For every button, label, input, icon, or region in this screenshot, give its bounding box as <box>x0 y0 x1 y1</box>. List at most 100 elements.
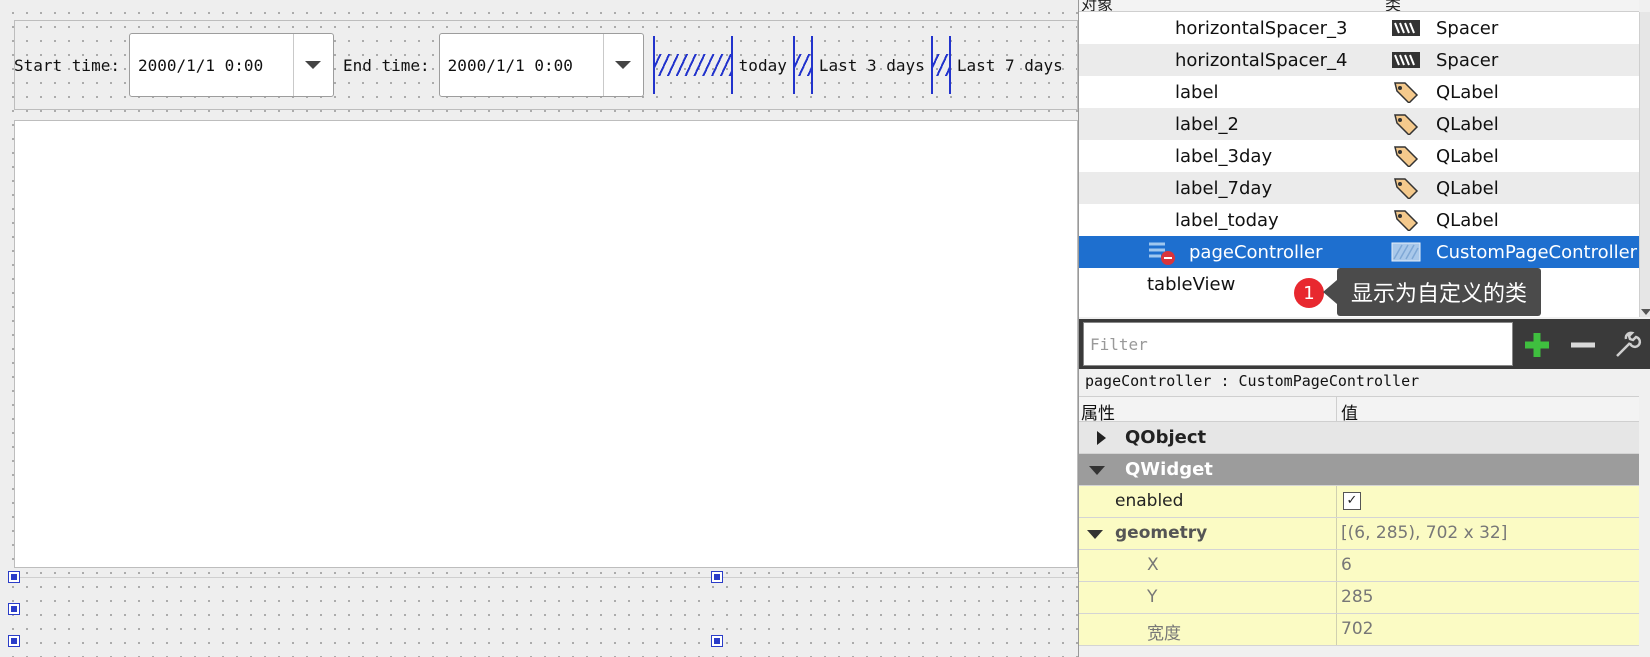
start-time-value[interactable]: 2000/1/1 0:00 <box>130 56 293 75</box>
property-name: QWidget <box>1125 459 1213 480</box>
class-name: QLabel <box>1436 145 1499 167</box>
object-inspector-scrollbar[interactable] <box>1639 12 1650 317</box>
annotation-tooltip: 显示为自定义的类 <box>1322 268 1542 316</box>
property-group-qwidget[interactable]: QWidget <box>1079 454 1639 486</box>
qt-designer-window: Start time: 2000/1/1 0:00 End time: 2000… <box>0 0 1650 657</box>
tree-row[interactable]: label_2 QLabel <box>1079 108 1639 140</box>
quick-today-label[interactable]: today <box>739 56 787 75</box>
custom-widget-class-icon <box>1391 242 1421 262</box>
start-time-dropdown-button[interactable] <box>292 34 333 96</box>
end-time-edit[interactable]: 2000/1/1 0:00 <box>438 33 644 97</box>
chevron-down-icon[interactable] <box>1089 466 1105 475</box>
property-row-y[interactable]: Y 285 <box>1079 582 1639 614</box>
tree-row[interactable]: label_3day QLabel <box>1079 140 1639 172</box>
property-row-enabled[interactable]: enabled ✓ <box>1079 486 1639 518</box>
column-divider <box>1336 518 1337 549</box>
label-tag-icon <box>1394 82 1419 103</box>
object-name: label <box>1175 81 1219 103</box>
quick-3days-label[interactable]: Last 3 days <box>819 56 925 75</box>
spacer-icon <box>1392 20 1420 36</box>
add-property-button[interactable] <box>1519 327 1555 363</box>
property-row-geometry[interactable]: geometry [(6, 285), 702 x 32] <box>1079 518 1639 550</box>
form-canvas[interactable]: Start time: 2000/1/1 0:00 End time: 2000… <box>0 0 1078 657</box>
property-value[interactable]: 285 <box>1341 587 1373 607</box>
property-value[interactable]: 702 <box>1341 619 1373 639</box>
property-name: geometry <box>1115 523 1208 543</box>
minus-icon <box>1571 342 1595 348</box>
label-tag-icon <box>1394 178 1419 199</box>
filter-toolbar: Filter <box>1079 319 1650 369</box>
class-name: QLabel <box>1436 209 1499 231</box>
column-divider <box>1336 550 1337 581</box>
chevron-down-icon <box>615 61 632 69</box>
start-time-label[interactable]: Start time: <box>14 56 120 75</box>
configure-button[interactable] <box>1609 327 1645 363</box>
column-header-value[interactable]: 值 <box>1341 399 1358 424</box>
property-name: enabled <box>1115 491 1184 511</box>
property-name: X <box>1147 555 1159 575</box>
tree-row[interactable]: horizontalSpacer_4 Spacer <box>1079 44 1639 76</box>
horizontal-spacer[interactable] <box>930 36 951 94</box>
page-controller-widget[interactable] <box>14 577 1078 641</box>
property-name: 宽度 <box>1147 624 1181 644</box>
column-divider <box>1336 582 1337 613</box>
chevron-down-icon[interactable] <box>1087 530 1103 539</box>
class-name: Spacer <box>1436 49 1499 71</box>
custom-widget-icon <box>1149 242 1175 265</box>
horizontal-spacer[interactable] <box>792 36 813 94</box>
selected-object-label: pageController : CustomPageController <box>1085 372 1420 390</box>
tree-row[interactable]: label_today QLabel <box>1079 204 1639 236</box>
object-inspector-header: 对象 类 <box>1079 0 1639 12</box>
resize-handle[interactable] <box>8 571 20 583</box>
horizontal-spacer[interactable] <box>652 36 733 94</box>
column-header-property[interactable]: 属性 <box>1081 399 1115 424</box>
tree-row[interactable]: label_7day QLabel <box>1079 172 1639 204</box>
annotation-badge: 1 <box>1294 278 1324 308</box>
object-name: horizontalSpacer_3 <box>1175 17 1348 39</box>
resize-handle[interactable] <box>8 603 20 615</box>
plus-icon <box>1525 333 1549 357</box>
remove-property-button[interactable] <box>1565 327 1601 363</box>
side-panels: 对象 类 horizontalSpacer_3 Spacer horizonta… <box>1078 0 1650 657</box>
table-view-widget[interactable] <box>14 120 1078 568</box>
property-row-x[interactable]: X 6 <box>1079 550 1639 582</box>
end-time-dropdown-button[interactable] <box>602 34 643 96</box>
chevron-right-icon[interactable] <box>1097 431 1106 445</box>
property-row-width[interactable]: 宽度 702 <box>1079 614 1639 646</box>
end-time-label[interactable]: End time: <box>343 56 430 75</box>
property-group-qobject[interactable]: QObject <box>1079 422 1639 454</box>
property-editor-header: 属性 值 <box>1079 396 1639 424</box>
column-header-class[interactable]: 类 <box>1385 0 1401 11</box>
property-name: Y <box>1147 587 1158 607</box>
object-name: label_2 <box>1175 113 1239 135</box>
label-tag-icon <box>1394 210 1419 231</box>
label-tag-icon <box>1394 114 1419 135</box>
enabled-checkbox[interactable]: ✓ <box>1343 492 1361 510</box>
end-time-value[interactable]: 2000/1/1 0:00 <box>440 56 603 75</box>
resize-handle[interactable] <box>711 635 723 647</box>
resize-handle[interactable] <box>8 635 20 647</box>
tree-row[interactable]: horizontalSpacer_3 Spacer <box>1079 12 1639 44</box>
property-value[interactable]: [(6, 285), 702 x 32] <box>1341 523 1507 543</box>
wrench-icon <box>1616 331 1642 357</box>
filter-input[interactable]: Filter <box>1083 322 1513 366</box>
column-header-object[interactable]: 对象 <box>1081 0 1113 11</box>
property-editor[interactable]: QObject QWidget enabled ✓ geometry [(6, … <box>1079 422 1639 657</box>
class-name: CustomPageController <box>1436 241 1638 263</box>
object-name: horizontalSpacer_4 <box>1175 49 1348 71</box>
class-name: QLabel <box>1436 177 1499 199</box>
start-time-edit[interactable]: 2000/1/1 0:00 <box>128 33 334 97</box>
column-divider[interactable] <box>1336 397 1337 423</box>
object-name: label_3day <box>1175 145 1273 167</box>
class-name: QLabel <box>1436 81 1499 103</box>
tree-row[interactable]: label QLabel <box>1079 76 1639 108</box>
column-divider <box>1336 614 1337 645</box>
class-name: Spacer <box>1436 17 1499 39</box>
quick-7days-label[interactable]: Last 7 days <box>957 56 1063 75</box>
object-name: label_7day <box>1175 177 1273 199</box>
tree-row-selected[interactable]: pageController CustomPageController <box>1079 236 1639 268</box>
resize-handle[interactable] <box>711 571 723 583</box>
time-filter-row: Start time: 2000/1/1 0:00 End time: 2000… <box>14 33 1063 97</box>
chevron-down-icon[interactable] <box>1641 309 1650 315</box>
property-value[interactable]: 6 <box>1341 555 1352 575</box>
